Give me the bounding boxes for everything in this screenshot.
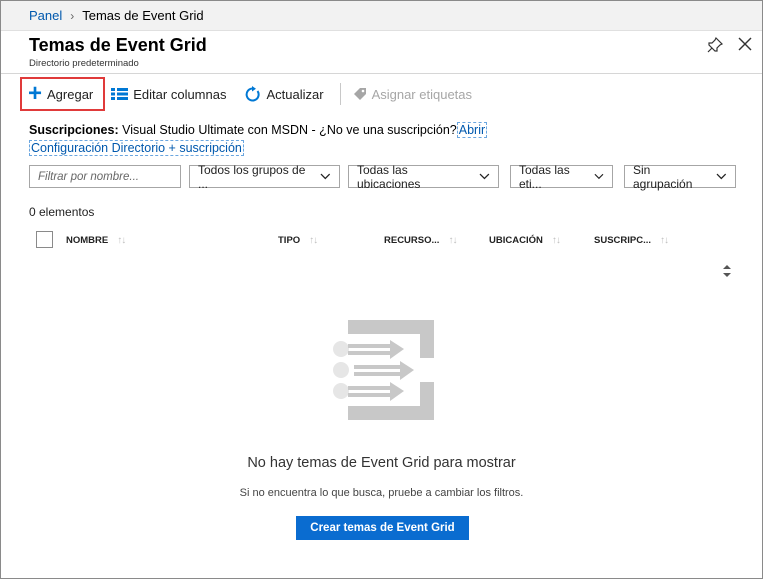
resource-groups-value: Todos los grupos de ... bbox=[198, 162, 306, 191]
tag-icon bbox=[353, 87, 367, 101]
sort-icon: ↑↓ bbox=[117, 235, 126, 246]
edit-columns-button[interactable]: Editar columnas bbox=[111, 78, 226, 110]
sort-icon: ↑↓ bbox=[448, 235, 457, 246]
subscriptions-label: Suscripciones: bbox=[29, 123, 119, 137]
header-divider bbox=[1, 73, 762, 74]
column-header-location[interactable]: UBICACIÓN ↑↓ bbox=[489, 235, 561, 246]
grouping-value: Sin agrupación bbox=[633, 162, 693, 191]
refresh-button[interactable]: Actualizar bbox=[244, 78, 324, 110]
chevron-down-icon bbox=[479, 173, 490, 180]
refresh-icon bbox=[244, 85, 261, 103]
subscriptions-line: Suscripciones: Visual Studio Ultimate co… bbox=[29, 122, 488, 138]
chevron-down-icon bbox=[594, 173, 604, 180]
chevron-down-icon bbox=[320, 173, 331, 180]
tags-dropdown[interactable]: Todas las eti... bbox=[510, 162, 613, 191]
column-header-type[interactable]: TIPO ↑↓ bbox=[278, 235, 318, 246]
filter-by-name-input[interactable]: Filtrar por nombre... bbox=[29, 165, 181, 188]
columns-icon bbox=[111, 88, 129, 100]
refresh-label: Actualizar bbox=[266, 86, 324, 102]
pin-icon[interactable] bbox=[706, 36, 724, 54]
config-directory-link[interactable]: Configuración Directorio + suscripción bbox=[29, 140, 244, 156]
breadcrumb: Panel › Temas de Event Grid bbox=[1, 1, 762, 31]
add-button-label: Agregar bbox=[47, 86, 94, 102]
column-header-name[interactable]: NOMBRE ↑↓ bbox=[66, 235, 126, 246]
column-header-subscription[interactable]: SUSCRIPC... ↑↓ bbox=[594, 235, 669, 246]
open-link[interactable]: Abrir bbox=[456, 122, 488, 138]
sort-icon: ↑↓ bbox=[551, 235, 561, 246]
sort-icon: ↑↓ bbox=[309, 235, 318, 246]
subscriptions-value: Visual Studio Ultimate con MSDN bbox=[122, 123, 309, 137]
chevron-down-icon bbox=[716, 173, 727, 180]
select-all-checkbox[interactable] bbox=[36, 231, 53, 248]
subscriptions-question: - ¿No ve una suscripción? bbox=[308, 123, 457, 137]
edit-columns-label: Editar columnas bbox=[133, 86, 227, 102]
empty-state-title: No hay temas de Event Grid para mostrar bbox=[247, 455, 516, 471]
create-topic-button[interactable]: Crear temas de Event Grid bbox=[296, 516, 469, 540]
plus-icon: + bbox=[28, 80, 43, 107]
empty-state-subtitle: Si no encuentra lo que busca, pruebe a c… bbox=[239, 487, 524, 499]
scroll-stepper-icon[interactable] bbox=[720, 263, 734, 279]
page-title: Temas de Event Grid bbox=[29, 35, 207, 55]
resource-groups-dropdown[interactable]: Todos los grupos de ... bbox=[189, 162, 340, 191]
toolbar-separator bbox=[339, 83, 341, 105]
column-header-resource[interactable]: RECURSO... ↑↓ bbox=[384, 235, 457, 246]
chevron-right-icon: › bbox=[70, 8, 75, 23]
assign-tags-button[interactable]: Asignar etiquetas bbox=[353, 78, 472, 110]
locations-value: Todas las ubicaciones bbox=[357, 162, 421, 191]
grouping-dropdown[interactable]: Sin agrupación bbox=[624, 162, 736, 191]
breadcrumb-current: Temas de Event Grid bbox=[82, 8, 204, 23]
assign-tags-label: Asignar etiquetas bbox=[371, 86, 473, 102]
add-button[interactable]: + Agregar bbox=[20, 77, 106, 111]
close-icon[interactable] bbox=[737, 36, 753, 52]
breadcrumb-home-link[interactable]: Panel bbox=[29, 8, 62, 23]
page-subtitle: Directorio predeterminado bbox=[29, 58, 139, 69]
toolbar: + Agregar Editar columnas Actualizar Asi… bbox=[20, 77, 472, 111]
table-header: NOMBRE ↑↓ TIPO ↑↓ RECURSO... ↑↓ UBICACIÓN ↑↓… bbox=[29, 230, 739, 252]
locations-dropdown[interactable]: Todas las ubicaciones bbox=[348, 162, 499, 191]
tags-value: Todas las eti... bbox=[519, 162, 570, 191]
filter-bar: Filtrar por nombre... Todos los grupos d… bbox=[29, 162, 737, 191]
event-grid-icon bbox=[333, 320, 434, 420]
item-count: 0 elementos bbox=[29, 205, 95, 219]
sort-icon: ↑↓ bbox=[660, 235, 669, 246]
